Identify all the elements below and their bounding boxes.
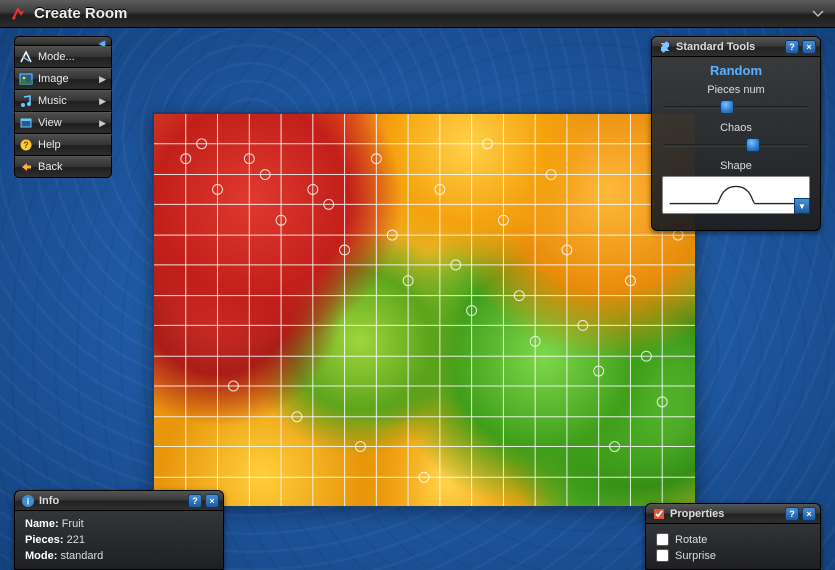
properties-panel-title: Properties bbox=[670, 508, 724, 520]
mode-icon bbox=[19, 50, 33, 64]
chaos-slider[interactable] bbox=[662, 136, 810, 154]
shape-label: Shape bbox=[662, 160, 810, 172]
info-mode-row: Mode: standard bbox=[25, 549, 213, 565]
info-name-label: Name: bbox=[25, 518, 59, 530]
properties-icon bbox=[652, 507, 666, 521]
menu-item-mode[interactable]: Mode... bbox=[14, 46, 112, 68]
menu-label: Mode... bbox=[38, 51, 75, 63]
rotate-checkbox-row[interactable]: Rotate bbox=[656, 533, 810, 546]
panel-close-button[interactable]: × bbox=[205, 494, 219, 508]
standard-tools-panel: Standard Tools ? × Random Pieces num Cha… bbox=[651, 36, 821, 231]
puzzle-preview[interactable] bbox=[152, 112, 697, 508]
shape-dropdown-button[interactable]: ▼ bbox=[794, 198, 810, 214]
menu-label: Back bbox=[38, 161, 62, 173]
menu-item-image[interactable]: Image ▶ bbox=[14, 68, 112, 90]
panel-help-button[interactable]: ? bbox=[785, 40, 799, 54]
panel-close-button[interactable]: × bbox=[802, 507, 816, 521]
info-panel-title: Info bbox=[39, 495, 59, 507]
menu-label: View bbox=[38, 117, 62, 129]
info-name-row: Name: Fruit bbox=[25, 517, 213, 533]
music-icon bbox=[19, 94, 33, 108]
info-pieces-label: Pieces: bbox=[25, 534, 64, 546]
svg-text:i: i bbox=[27, 496, 30, 506]
tools-mode-subtitle: Random bbox=[662, 63, 810, 78]
pieces-num-label: Pieces num bbox=[662, 84, 810, 96]
surprise-checkbox[interactable] bbox=[656, 549, 669, 562]
back-icon bbox=[19, 160, 33, 174]
rotate-label: Rotate bbox=[675, 534, 707, 546]
rotate-checkbox[interactable] bbox=[656, 533, 669, 546]
info-mode-value: standard bbox=[60, 550, 103, 562]
properties-panel: Properties ? × Rotate Surprise bbox=[645, 503, 821, 570]
info-pieces-value: 221 bbox=[67, 534, 85, 546]
panel-close-button[interactable]: × bbox=[802, 40, 816, 54]
info-pieces-row: Pieces: 221 bbox=[25, 533, 213, 549]
surprise-checkbox-row[interactable]: Surprise bbox=[656, 549, 810, 562]
info-panel-header[interactable]: i Info ? × bbox=[15, 491, 223, 511]
menu-label: Music bbox=[38, 95, 67, 107]
slider-thumb[interactable] bbox=[720, 100, 734, 114]
submenu-arrow-icon: ▶ bbox=[99, 74, 106, 85]
tools-panel-title: Standard Tools bbox=[676, 41, 755, 53]
pieces-num-slider[interactable] bbox=[662, 98, 810, 116]
menu-item-help[interactable]: ? Help bbox=[14, 134, 112, 156]
properties-panel-body: Rotate Surprise bbox=[646, 524, 820, 569]
chaos-label: Chaos bbox=[662, 122, 810, 134]
menu-label: Image bbox=[38, 73, 69, 85]
info-name-value: Fruit bbox=[62, 518, 84, 530]
app-logo-icon bbox=[10, 6, 26, 22]
tools-panel-body: Random Pieces num Chaos Shape ▼ bbox=[652, 57, 820, 224]
svg-text:?: ? bbox=[23, 140, 29, 150]
shape-preview: ▼ bbox=[662, 176, 810, 214]
slider-track bbox=[664, 106, 808, 109]
menu-item-back[interactable]: Back bbox=[14, 156, 112, 178]
title-bar: Create Room bbox=[0, 0, 835, 28]
info-mode-label: Mode: bbox=[25, 550, 57, 562]
surprise-label: Surprise bbox=[675, 550, 716, 562]
page-title: Create Room bbox=[34, 5, 127, 22]
panel-help-button[interactable]: ? bbox=[785, 507, 799, 521]
main-menu: ◀ Mode... Image ▶ Music ▶ View ▶ ? Help … bbox=[14, 36, 112, 178]
menu-collapse-bar[interactable]: ◀ bbox=[14, 36, 112, 46]
info-icon: i bbox=[21, 494, 35, 508]
puzzle-image bbox=[154, 114, 695, 506]
collapse-chevron-icon[interactable] bbox=[811, 5, 825, 23]
image-icon bbox=[19, 72, 33, 86]
menu-label: Help bbox=[38, 139, 61, 151]
view-icon bbox=[19, 116, 33, 130]
info-panel: i Info ? × Name: Fruit Pieces: 221 Mode:… bbox=[14, 490, 224, 570]
slider-thumb[interactable] bbox=[746, 138, 760, 152]
menu-item-music[interactable]: Music ▶ bbox=[14, 90, 112, 112]
help-icon: ? bbox=[19, 138, 33, 152]
submenu-arrow-icon: ▶ bbox=[99, 96, 106, 107]
slider-track bbox=[664, 144, 808, 147]
menu-item-view[interactable]: View ▶ bbox=[14, 112, 112, 134]
workspace: ◀ Mode... Image ▶ Music ▶ View ▶ ? Help … bbox=[0, 28, 835, 570]
puzzle-piece-icon bbox=[658, 40, 672, 54]
panel-help-button[interactable]: ? bbox=[188, 494, 202, 508]
info-panel-body: Name: Fruit Pieces: 221 Mode: standard bbox=[15, 511, 223, 569]
submenu-arrow-icon: ▶ bbox=[99, 118, 106, 129]
properties-panel-header[interactable]: Properties ? × bbox=[646, 504, 820, 524]
tools-panel-header[interactable]: Standard Tools ? × bbox=[652, 37, 820, 57]
